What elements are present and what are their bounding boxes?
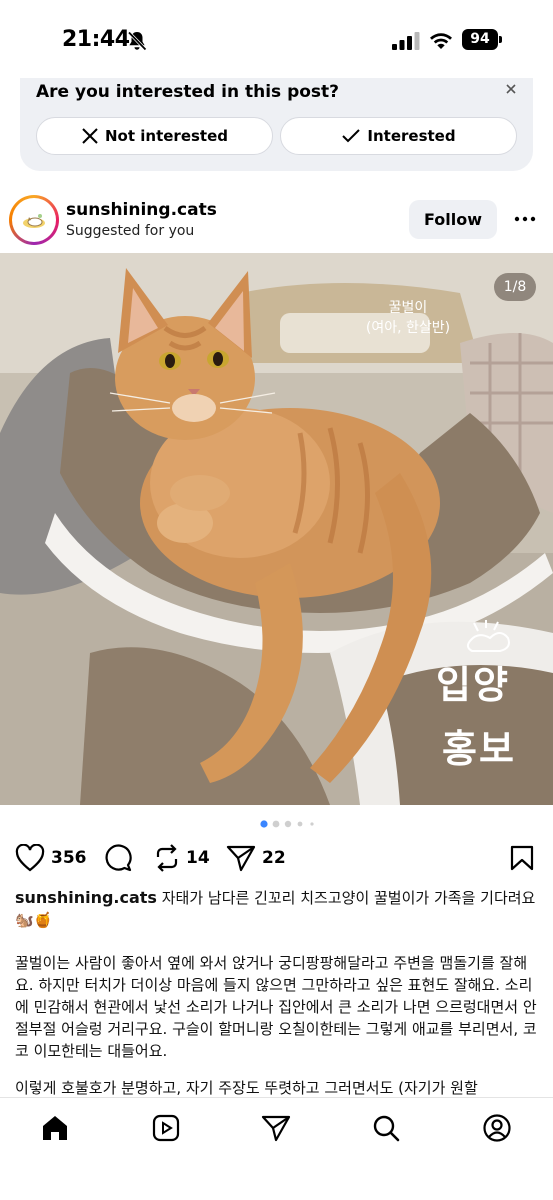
search-icon[interactable]	[371, 1113, 401, 1143]
image-overlay-name-line2: (여아, 한살반)	[365, 320, 451, 336]
share-button[interactable]: 22	[226, 844, 286, 872]
repost-button[interactable]: 14	[154, 844, 210, 872]
battery-level: 94	[462, 29, 498, 50]
image-counter: 1/8	[494, 273, 536, 301]
profile-icon[interactable]	[482, 1113, 512, 1143]
post-username[interactable]: sunshining.cats	[66, 200, 217, 220]
carousel-dot	[284, 820, 292, 828]
carousel-dot	[310, 822, 314, 826]
send-icon	[226, 845, 256, 872]
status-time: 21:44	[62, 27, 130, 52]
caption-body: 꿀벌이는 사람이 좋아서 옆에 와서 앉거나 궁디팡팡해달라고 주변을 맴돌기를…	[15, 954, 537, 1060]
image-overlay-tag-line1: 입양	[436, 663, 510, 707]
carousel-dots	[260, 820, 314, 828]
image-overlay-name-line1: 꿀벌이	[388, 300, 428, 316]
heart-icon	[15, 844, 45, 872]
reels-icon[interactable]	[151, 1113, 181, 1143]
carousel-dot	[297, 821, 303, 827]
not-interested-button[interactable]: Not interested	[36, 117, 273, 155]
avatar-image	[12, 198, 56, 242]
interested-button[interactable]: Interested	[280, 117, 517, 155]
comment-button[interactable]	[104, 844, 132, 872]
status-bar: 21:44 94	[0, 0, 553, 78]
bottom-navigation	[0, 1097, 553, 1200]
battery-indicator: 94	[462, 29, 502, 50]
like-button[interactable]: 356	[15, 844, 87, 872]
checkmark-icon	[342, 129, 361, 143]
interest-question: Are you interested in this post?	[36, 82, 340, 102]
bookmark-icon[interactable]	[510, 845, 534, 871]
messages-icon[interactable]	[261, 1113, 291, 1143]
repost-count: 14	[186, 848, 210, 868]
battery-tip	[499, 36, 502, 43]
cat-logo-icon	[23, 214, 45, 228]
not-interested-label: Not interested	[105, 127, 228, 145]
carousel-dot-active	[260, 820, 268, 828]
bell-slash-icon	[127, 31, 147, 51]
carousel-dot	[272, 820, 280, 828]
post-caption: sunshining.cats 자태가 남다른 긴꼬리 치즈고양이 꿀벌이가 가…	[15, 887, 540, 931]
like-count: 356	[51, 848, 87, 868]
image-overlay-tag-line2: 홍보	[442, 727, 516, 771]
more-options-icon[interactable]	[514, 212, 536, 226]
image-overlay-name: 꿀벌이 (여아, 한살반)	[360, 298, 456, 338]
interest-prompt-card: Are you interested in this post? Not int…	[20, 78, 533, 171]
share-count: 22	[262, 848, 286, 868]
x-icon	[82, 128, 98, 144]
home-icon[interactable]	[40, 1113, 70, 1143]
interested-label: Interested	[367, 127, 456, 145]
caption-more: 이렇게 호불호가 분명하고, 자기 주장도 뚜렷하고 그러면서도 (자기가 원할	[15, 1079, 478, 1097]
wifi-icon	[430, 33, 452, 49]
repost-icon	[156, 844, 178, 872]
comment-icon	[105, 844, 132, 872]
suggested-label: Suggested for you	[66, 223, 195, 239]
caption-username[interactable]: sunshining.cats	[15, 888, 157, 907]
cellular-signal-icon	[392, 32, 420, 50]
avatar[interactable]	[9, 195, 59, 245]
follow-button[interactable]: Follow	[409, 200, 497, 239]
close-icon[interactable]	[504, 82, 518, 96]
